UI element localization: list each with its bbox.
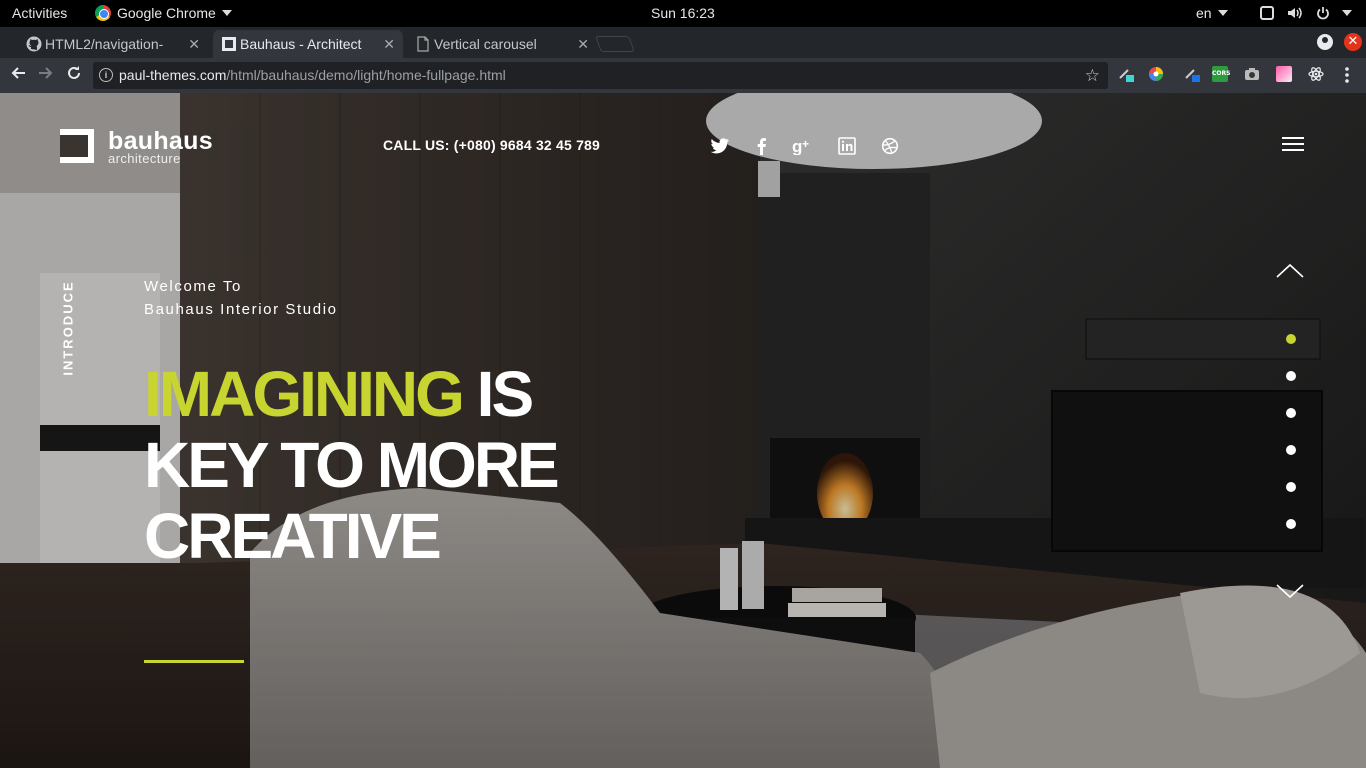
linkedin-icon[interactable] <box>837 137 857 155</box>
tab-bauhaus[interactable]: Bauhaus - Architect ✕ <box>213 30 403 58</box>
hero-headline: IMAGINING IS KEY TO MORE CREATIVE <box>144 358 560 572</box>
slide-down-arrow-icon[interactable] <box>1276 583 1304 599</box>
camera-extension-icon[interactable] <box>1244 66 1260 82</box>
chevron-down-icon <box>221 10 232 16</box>
tab-strip: HTML2/navigation- ✕ Bauhaus - Architect … <box>0 27 1366 58</box>
tab-github[interactable]: HTML2/navigation- ✕ <box>18 30 208 58</box>
address-bar[interactable]: i paul-themes.com/html/bauhaus/demo/ligh… <box>93 62 1108 89</box>
web-page: bauhaus architecture CALL US: (+080) 968… <box>0 93 1366 768</box>
section-label-text: INTRODUCE <box>60 280 76 376</box>
url-path: /html/bauhaus/demo/light/home-fullpage.h… <box>226 67 506 83</box>
color-wheel-extension-icon[interactable] <box>1148 66 1164 82</box>
new-tab-button[interactable] <box>595 36 635 52</box>
power-icon[interactable] <box>1314 4 1332 22</box>
app-menu[interactable]: Google Chrome <box>95 5 232 21</box>
close-icon[interactable]: ✕ <box>383 30 395 58</box>
language-label: en <box>1196 5 1212 21</box>
welcome-line-1: Welcome To <box>144 278 242 295</box>
welcome-text: Welcome To Bauhaus Interior Studio <box>144 275 338 321</box>
pipette-extension-icon[interactable] <box>1184 66 1200 82</box>
document-icon <box>417 36 429 52</box>
window-icon[interactable] <box>1258 4 1276 22</box>
bauhaus-icon <box>222 37 236 51</box>
cors-extension-icon[interactable]: CORS <box>1212 66 1230 82</box>
slide-dot[interactable] <box>1286 482 1296 492</box>
volume-icon[interactable] <box>1286 4 1304 22</box>
github-icon <box>26 36 42 52</box>
activities-button[interactable]: Activities <box>12 5 67 21</box>
svg-text:+: + <box>802 137 809 151</box>
gradient-extension-icon[interactable] <box>1276 66 1292 82</box>
close-icon[interactable]: ✕ <box>188 30 200 58</box>
slide-dot[interactable] <box>1286 408 1296 418</box>
tab-title: HTML2/navigation- <box>45 36 164 52</box>
tab-vertical-carousel[interactable]: Vertical carousel ✕ <box>407 30 597 58</box>
slide-dot[interactable] <box>1286 519 1296 529</box>
google-plus-icon[interactable]: g + <box>792 137 812 156</box>
reload-icon[interactable] <box>64 65 84 85</box>
window-close-button[interactable]: ✕ <box>1344 33 1362 51</box>
system-top-bar: Activities Google Chrome Sun 16:23 en <box>0 0 1366 27</box>
tab-title: Bauhaus - Architect <box>240 36 362 52</box>
section-label: INTRODUCE <box>48 278 88 378</box>
logo-subtitle: architecture <box>108 151 181 166</box>
chrome-menu-icon[interactable] <box>1344 66 1350 84</box>
bauhaus-logo-icon <box>60 129 94 163</box>
facebook-icon[interactable] <box>752 137 772 155</box>
react-extension-icon[interactable] <box>1308 66 1324 82</box>
slide-dot[interactable] <box>1286 334 1296 344</box>
language-menu[interactable]: en <box>1196 5 1228 21</box>
headline-line-3: CREATIVE <box>144 500 442 572</box>
clock[interactable]: Sun 16:23 <box>651 5 715 21</box>
headline-rest: IS <box>461 358 534 430</box>
close-icon[interactable]: ✕ <box>577 30 589 58</box>
back-icon[interactable] <box>8 65 28 85</box>
chevron-down-icon <box>1342 10 1352 16</box>
twitter-icon[interactable] <box>710 137 730 155</box>
site-logo[interactable]: bauhaus architecture <box>60 129 213 165</box>
profile-icon[interactable] <box>1317 34 1333 50</box>
app-menu-label: Google Chrome <box>117 5 216 21</box>
slide-dot[interactable] <box>1286 371 1296 381</box>
forward-icon[interactable] <box>36 65 56 85</box>
url-host: paul-themes.com <box>119 67 227 83</box>
logo-name: bauhaus <box>108 127 213 155</box>
slide-up-arrow-icon[interactable] <box>1276 263 1304 279</box>
call-us-phone[interactable]: CALL US: (+080) 9684 32 45 789 <box>383 137 600 153</box>
chrome-icon <box>95 5 111 21</box>
headline-accent: IMAGINING <box>144 358 465 430</box>
slide-dot[interactable] <box>1286 445 1296 455</box>
accent-underline <box>144 660 244 663</box>
menu-hamburger-icon[interactable] <box>1282 137 1304 151</box>
tab-title: Vertical carousel <box>434 36 537 52</box>
svg-text:g: g <box>792 137 802 155</box>
welcome-line-2: Bauhaus Interior Studio <box>144 301 338 318</box>
dribbble-icon[interactable] <box>880 137 900 155</box>
browser-toolbar: i paul-themes.com/html/bauhaus/demo/ligh… <box>0 58 1366 93</box>
info-icon[interactable]: i <box>99 68 113 82</box>
system-tray[interactable] <box>1258 4 1352 22</box>
headline-line-2: KEY TO MORE <box>144 429 560 501</box>
eyedropper-extension-icon[interactable] <box>1118 66 1134 82</box>
bookmark-star-icon[interactable]: ☆ <box>1085 62 1100 89</box>
chevron-down-icon <box>1217 10 1228 16</box>
